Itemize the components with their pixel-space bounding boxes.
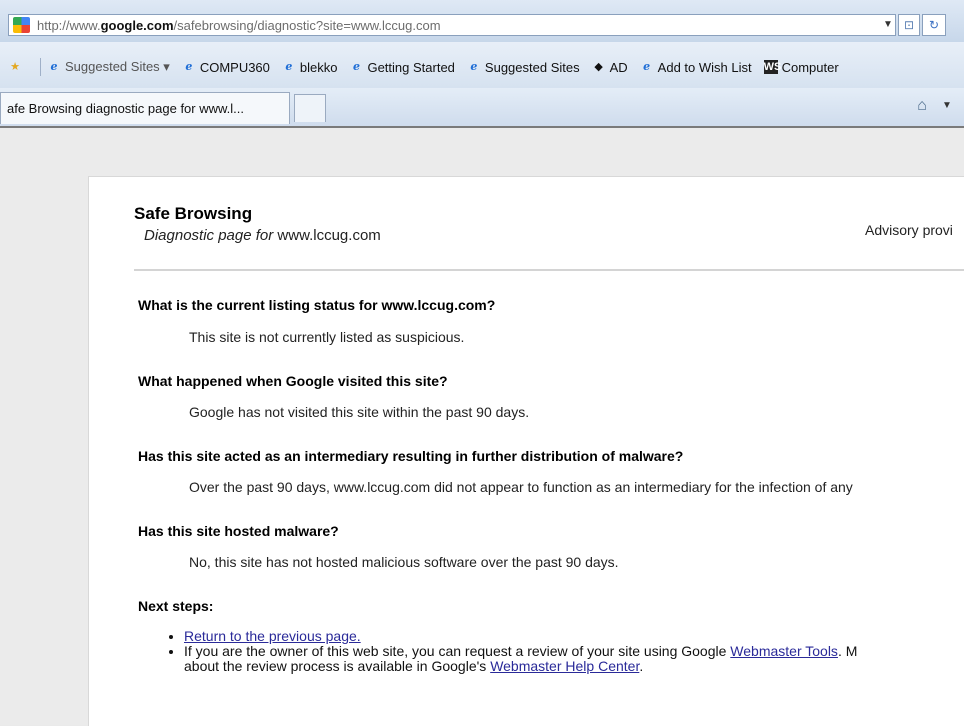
answer-hosted-malware: No, this site has not hosted malicious s… — [189, 554, 619, 570]
home-dropdown-icon[interactable]: ▼ — [942, 100, 952, 111]
question-hosted-malware: Has this site hosted malware? — [138, 523, 339, 539]
ie-icon: e — [470, 60, 478, 73]
ie-icon: e — [285, 60, 293, 73]
fav-blekko[interactable]: e blekko — [282, 60, 337, 75]
ie-icon: e — [643, 60, 651, 73]
home-icon[interactable]: ⌂ — [912, 96, 932, 116]
header-divider — [134, 269, 964, 271]
fav-suggested-sites-menu[interactable]: e Suggested Sites ▾ — [47, 59, 170, 75]
favorites-divider — [40, 58, 41, 76]
refresh-icon[interactable]: ↻ — [922, 14, 946, 36]
fav-add-to-wish-list[interactable]: e Add to Wish List — [640, 60, 751, 75]
page-viewport: Safe Browsing Diagnostic page for www.lc… — [0, 128, 964, 726]
cube-icon: ◆ — [594, 61, 603, 73]
favorites-star-icon[interactable]: ★ — [8, 60, 26, 74]
ie-icon: e — [352, 60, 360, 73]
ie-icon: e — [185, 60, 193, 73]
fav-suggested-sites[interactable]: e Suggested Sites — [467, 60, 579, 75]
address-bar-area: http://www.google.com/safebrowsing/diagn… — [0, 0, 964, 42]
answer-intermediary: Over the past 90 days, www.lccug.com did… — [189, 479, 853, 495]
page-subtitle: Diagnostic page for www.lccug.com — [144, 227, 381, 244]
advisory-text: Advisory provi — [865, 222, 953, 238]
list-item: Return to the previous page. — [184, 629, 964, 644]
tab-bar: afe Browsing diagnostic page for www.l..… — [0, 88, 964, 128]
address-dropdown-icon[interactable]: ▼ — [883, 19, 893, 30]
list-item: If you are the owner of this web site, y… — [184, 644, 964, 674]
tab-safe-browsing[interactable]: afe Browsing diagnostic page for www.l..… — [0, 92, 290, 124]
address-field[interactable]: http://www.google.com/safebrowsing/diagn… — [8, 14, 896, 36]
webmaster-help-center-link[interactable]: Webmaster Help Center — [490, 658, 639, 674]
ws-icon: WS — [763, 60, 782, 74]
page-title: Safe Browsing — [134, 204, 253, 223]
fav-ad[interactable]: ◆ AD — [592, 60, 627, 75]
answer-google-visit: Google has not visited this site within … — [189, 404, 530, 420]
fav-getting-started[interactable]: e Getting Started — [349, 60, 455, 75]
question-google-visit: What happened when Google visited this s… — [138, 373, 448, 389]
question-listing-status: What is the current listing status for w… — [138, 297, 496, 313]
compatibility-view-icon[interactable]: ⊡ — [898, 14, 920, 36]
fav-computer[interactable]: WS Computer — [763, 60, 839, 75]
url-text[interactable]: http://www.google.com/safebrowsing/diagn… — [37, 18, 441, 33]
favorites-bar: ★ e Suggested Sites ▾ e COMPU360 e blekko e… — [0, 42, 964, 89]
next-steps-heading: Next steps: — [138, 598, 214, 614]
return-previous-page-link[interactable]: Return to the previous page. — [184, 628, 361, 644]
fav-compu360[interactable]: e COMPU360 — [182, 60, 270, 75]
new-tab-button[interactable] — [294, 94, 326, 122]
answer-listing-status: This site is not currently listed as sus… — [189, 329, 465, 345]
content-card: Safe Browsing Diagnostic page for www.lc… — [88, 176, 964, 726]
ie-icon: e — [50, 60, 58, 73]
next-steps-list: Return to the previous page. If you are … — [138, 629, 964, 674]
webmaster-tools-link[interactable]: Webmaster Tools — [730, 643, 838, 659]
question-intermediary: Has this site acted as an intermediary r… — [138, 448, 684, 464]
google-favicon-icon — [13, 17, 30, 33]
